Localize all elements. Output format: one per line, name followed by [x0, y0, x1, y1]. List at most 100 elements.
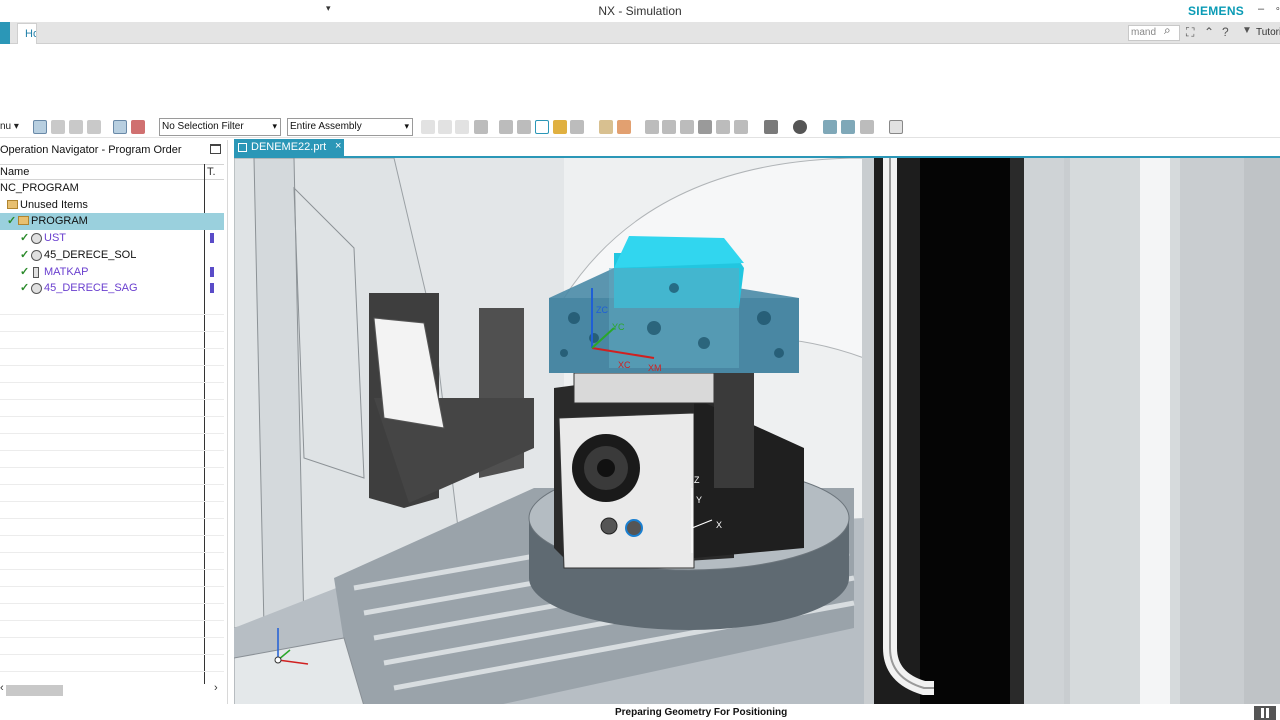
- tool-status-icon: [210, 267, 214, 277]
- select-feature-icon[interactable]: [69, 120, 83, 134]
- maximize-icon[interactable]: [210, 144, 221, 154]
- scope-dropdown[interactable]: Entire Assembly ▾: [287, 118, 413, 136]
- row-separator: [0, 348, 224, 349]
- snap-icon[interactable]: [438, 120, 452, 134]
- tree-label: NC_PROGRAM: [0, 182, 79, 194]
- mill-operation-icon: [31, 250, 42, 261]
- fullscreen-icon[interactable]: ⛶: [1186, 25, 1194, 40]
- minimize-button[interactable]: –: [1258, 3, 1264, 15]
- document-tab[interactable]: DENEME22.prt ×: [234, 139, 344, 156]
- chevron-down-icon: ▾: [404, 121, 409, 131]
- tutorials-link[interactable]: Tutorials: [1256, 27, 1280, 38]
- view-icon[interactable]: [841, 120, 855, 134]
- select-list-icon[interactable]: [87, 120, 101, 134]
- view-icon[interactable]: [734, 120, 748, 134]
- row-separator: [0, 535, 224, 536]
- tree-label: 45_DERECE_SAG: [44, 282, 138, 294]
- graphics-viewport[interactable]: ZC YC XC XM Z Y X: [234, 156, 1280, 704]
- view-icon[interactable]: [662, 120, 676, 134]
- ribbon-body: [0, 44, 1280, 116]
- scroll-right-icon[interactable]: ›: [214, 682, 218, 694]
- folder-icon: [7, 200, 18, 209]
- snap-icon[interactable]: [535, 120, 549, 134]
- column-tool-header[interactable]: T.: [207, 166, 216, 178]
- render-style-icon[interactable]: [698, 120, 712, 134]
- folder-icon: [18, 216, 29, 225]
- scope-value: Entire Assembly: [290, 121, 362, 132]
- selection-toolbar: nu ▾ No Selection Filter ▾ Entire Assemb…: [0, 116, 1280, 138]
- row-separator: [0, 620, 224, 621]
- help-icon[interactable]: ?: [1222, 25, 1229, 39]
- tree-row-operation[interactable]: ✓ 45_DERECE_SAG: [0, 280, 224, 297]
- tree-row-operation[interactable]: ✓ 45_DERECE_SOL: [0, 247, 224, 264]
- snap-icon[interactable]: [617, 120, 631, 134]
- scroll-left-icon[interactable]: ‹: [0, 682, 4, 694]
- select-tree-icon[interactable]: [51, 120, 65, 134]
- row-separator: [0, 484, 224, 485]
- tree-row-unused-items[interactable]: Unused Items: [0, 197, 224, 214]
- axis-label-x: X: [716, 520, 722, 530]
- view-icon[interactable]: [764, 120, 778, 134]
- deselect-icon[interactable]: [131, 120, 145, 134]
- row-separator: [0, 586, 224, 587]
- view-icon[interactable]: [645, 120, 659, 134]
- row-separator: [0, 603, 224, 604]
- row-separator: [0, 399, 224, 400]
- document-tab-label: DENEME22.prt: [251, 141, 327, 153]
- tree-label: 45_DERECE_SOL: [44, 249, 137, 261]
- view-icon[interactable]: [889, 120, 903, 134]
- check-icon: ✓: [7, 215, 17, 227]
- snap-icon[interactable]: [499, 120, 513, 134]
- graduation-cap-icon[interactable]: ▼: [1242, 25, 1252, 36]
- pause-icon[interactable]: [1254, 706, 1276, 720]
- view-icon[interactable]: [860, 120, 874, 134]
- snap-icon[interactable]: [599, 120, 613, 134]
- chevron-up-icon[interactable]: ⌃: [1204, 25, 1214, 39]
- tree-row-operation[interactable]: ✓ UST: [0, 230, 224, 247]
- status-bar: Preparing Geometry For Positioning: [0, 704, 1280, 720]
- snap-icon[interactable]: [455, 120, 469, 134]
- view-icon[interactable]: [716, 120, 730, 134]
- mill-operation-icon: [31, 233, 42, 244]
- navigator-title: Operation Navigator - Program Order: [0, 144, 182, 156]
- material-icon[interactable]: [793, 120, 807, 134]
- window-title: NX - Simulation: [598, 4, 682, 18]
- row-separator: [0, 331, 224, 332]
- horizontal-scrollbar[interactable]: ‹ ›: [0, 682, 224, 696]
- axis-label-xm: XM: [648, 363, 662, 373]
- window-extra-icon[interactable]: ∘: [1275, 3, 1280, 14]
- column-name-header[interactable]: Name: [0, 166, 29, 178]
- snap-icon[interactable]: [474, 120, 488, 134]
- mill-operation-icon: [31, 283, 42, 294]
- tree-row-program[interactable]: ✓ PROGRAM: [0, 213, 224, 230]
- tree-row-nc-program[interactable]: NC_PROGRAM: [0, 180, 224, 197]
- row-separator: [0, 637, 224, 638]
- tree-row-operation[interactable]: ✓ MATKAP: [0, 264, 224, 281]
- row-separator: [0, 654, 224, 655]
- menu-button[interactable]: nu ▾: [0, 121, 19, 132]
- machine-scene: ZC YC XC XM Z Y X: [234, 158, 1280, 704]
- title-bar: ▾ NX - Simulation SIEMENS – ∘: [0, 0, 1280, 22]
- type-filter-dropdown[interactable]: No Selection Filter ▾: [159, 118, 281, 136]
- snap-icon[interactable]: [421, 120, 435, 134]
- view-icon[interactable]: [823, 120, 837, 134]
- status-message: Preparing Geometry For Positioning: [615, 707, 788, 718]
- tool-status-icon: [210, 283, 214, 293]
- tab-home[interactable]: Home: [17, 23, 37, 44]
- file-tab[interactable]: [0, 22, 10, 44]
- filter-icon[interactable]: [113, 120, 127, 134]
- row-separator: [0, 501, 224, 502]
- snap-icon[interactable]: [517, 120, 531, 134]
- row-separator: [0, 467, 224, 468]
- scrollbar-thumb[interactable]: [6, 685, 63, 696]
- axis-label-xc: XC: [618, 360, 631, 370]
- snap-icon[interactable]: [553, 120, 567, 134]
- snap-icon[interactable]: [570, 120, 584, 134]
- select-icon[interactable]: [33, 120, 47, 134]
- row-separator: [0, 314, 224, 315]
- close-icon[interactable]: ×: [335, 140, 341, 152]
- search-icon[interactable]: ⌕: [1164, 23, 1171, 38]
- view-icon[interactable]: [680, 120, 694, 134]
- check-icon: ✓: [20, 282, 30, 294]
- command-search-input[interactable]: mand: [1128, 25, 1180, 41]
